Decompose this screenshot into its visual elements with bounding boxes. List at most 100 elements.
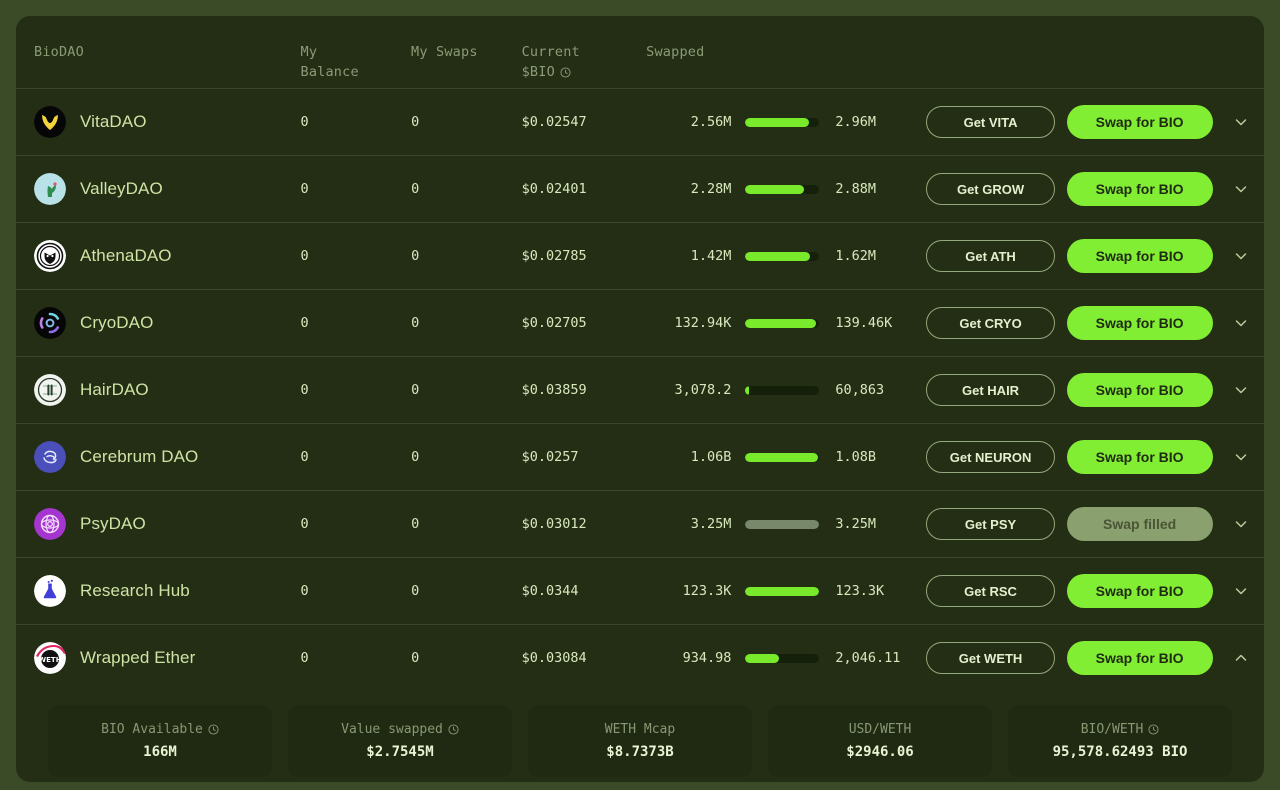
cerebrumdao-logo — [34, 441, 66, 473]
get-token-cell: Get CRYO — [920, 307, 1060, 339]
chevron-down-icon[interactable] — [1219, 516, 1264, 532]
my-swaps-value: 0 — [411, 248, 420, 264]
weth-logo: WETH — [34, 642, 66, 674]
table-row[interactable]: AthenaDAO 0 0 $0.02785 1.42M 1.62M Get ATH Swap… — [16, 222, 1264, 289]
get-token-button[interactable]: Get PSY — [926, 508, 1056, 540]
get-token-button[interactable]: Get GROW — [926, 173, 1056, 205]
my-balance-value: 0 — [300, 650, 309, 666]
swapped-target: 60,863 — [835, 382, 885, 398]
get-token-button[interactable]: Get NEURON — [926, 441, 1056, 473]
get-token-button[interactable]: Get RSC — [926, 575, 1056, 607]
table-row[interactable]: WETH Wrapped Ether 0 0 $0.03084 934.98 2,046.1… — [16, 624, 1264, 691]
swapped-progress-bar — [745, 586, 820, 596]
get-token-button[interactable]: Get WETH — [926, 642, 1056, 674]
swap-for-bio-button[interactable]: Swap for BIO — [1066, 574, 1213, 608]
swapped-cell: 1.06B 1.08B — [632, 449, 920, 465]
table-row[interactable]: Cerebrum DAO 0 0 $0.0257 1.06B 1.08B Get NEURO… — [16, 423, 1264, 490]
clock-info-icon[interactable] — [1148, 724, 1159, 735]
current-bio-price: $0.03084 — [521, 650, 587, 666]
biodao-name: VitaDAO — [80, 112, 147, 131]
athenadao-logo — [34, 240, 66, 272]
biodao-cell: AthenaDAO — [16, 240, 301, 272]
swapped-current: 3,078.2 — [674, 382, 732, 398]
biodao-cell: Cerebrum DAO — [16, 441, 301, 473]
clock-info-icon[interactable] — [208, 724, 219, 735]
table-body: VitaDAO 0 0 $0.02547 2.56M 2.96M Get VITA Swap … — [16, 88, 1264, 691]
chevron-up-icon[interactable] — [1219, 650, 1264, 666]
current-bio-price: $0.02547 — [521, 114, 587, 130]
table-row[interactable]: HairDAO 0 0 $0.03859 3,078.2 60,863 Get HAIR Sw… — [16, 356, 1264, 423]
my-balance-value: 0 — [300, 315, 309, 331]
biodao-name: PsyDAO — [80, 514, 146, 533]
swapped-current: 2.28M — [690, 181, 732, 197]
swapped-cell: 132.94K 139.46K — [632, 315, 920, 331]
my-swaps-value: 0 — [411, 449, 420, 465]
my-balance-value: 0 — [300, 583, 309, 599]
swap-filled-button: Swap filled — [1066, 507, 1213, 541]
psydao-logo — [34, 508, 66, 540]
my-swaps-value: 0 — [411, 382, 420, 398]
my-swaps-value: 0 — [411, 181, 420, 197]
get-token-button[interactable]: Get CRYO — [926, 307, 1056, 339]
biodao-name: Cerebrum DAO — [80, 447, 199, 466]
swapped-target: 123.3K — [835, 583, 885, 599]
column-header-current-bio-line1: Current — [521, 44, 580, 60]
table-row[interactable]: CryoDAO 0 0 $0.02705 132.94K 139.46K Get CRYO S… — [16, 289, 1264, 356]
clock-info-icon[interactable] — [560, 66, 571, 78]
researchhub-logo — [34, 575, 66, 607]
swapped-cell: 2.28M 2.88M — [632, 181, 920, 197]
swap-cell: Swap for BIO — [1061, 172, 1219, 206]
swapped-current: 934.98 — [682, 650, 732, 666]
stat-value: 166M — [143, 744, 177, 760]
table-row[interactable]: VitaDAO 0 0 $0.02547 2.56M 2.96M Get VITA Swap … — [16, 88, 1264, 155]
chevron-down-icon[interactable] — [1219, 583, 1264, 599]
column-header-my-swaps: My Swaps — [411, 42, 522, 62]
swapped-current: 132.94K — [674, 315, 732, 331]
biodao-cell: WETH Wrapped Ether — [16, 642, 301, 674]
swap-for-bio-button[interactable]: Swap for BIO — [1066, 373, 1213, 407]
stat-card: USD/WETH $2946.06 — [768, 705, 992, 777]
clock-info-icon[interactable] — [448, 724, 459, 735]
stat-label: BIO/WETH — [1081, 722, 1160, 737]
swapped-current: 1.06B — [690, 449, 732, 465]
swap-for-bio-button[interactable]: Swap for BIO — [1066, 105, 1213, 139]
stat-card: BIO Available 166M — [48, 705, 272, 777]
swap-for-bio-button[interactable]: Swap for BIO — [1066, 239, 1213, 273]
current-bio-price: $0.03012 — [521, 516, 587, 532]
chevron-down-icon[interactable] — [1219, 449, 1264, 465]
biodao-cell: HairDAO — [16, 374, 301, 406]
swap-for-bio-button[interactable]: Swap for BIO — [1066, 172, 1213, 206]
swapped-target: 1.08B — [835, 449, 876, 465]
get-token-cell: Get NEURON — [920, 441, 1060, 473]
get-token-button[interactable]: Get VITA — [926, 106, 1056, 138]
stat-card: Value swapped $2.7545M — [288, 705, 512, 777]
swapped-cell: 1.42M 1.62M — [632, 248, 920, 264]
chevron-down-icon[interactable] — [1219, 248, 1264, 264]
chevron-down-icon[interactable] — [1219, 315, 1264, 331]
swapped-progress-bar — [745, 251, 820, 261]
current-bio-price: $0.02705 — [521, 315, 587, 331]
swap-for-bio-button[interactable]: Swap for BIO — [1066, 306, 1213, 340]
vitadao-logo — [34, 106, 66, 138]
swap-for-bio-button[interactable]: Swap for BIO — [1066, 440, 1213, 474]
swapped-cell: 3,078.2 60,863 — [632, 382, 920, 398]
swapped-progress-bar — [745, 385, 820, 395]
table-row[interactable]: PsyDAO 0 0 $0.03012 3.25M 3.25M Get PSY Swap fi… — [16, 490, 1264, 557]
get-token-button[interactable]: Get ATH — [926, 240, 1056, 272]
stat-label: Value swapped — [341, 722, 459, 737]
swapped-current: 2.56M — [690, 114, 732, 130]
swapped-current: 1.42M — [690, 248, 732, 264]
my-balance-value: 0 — [300, 516, 309, 532]
stat-card: BIO/WETH 95,578.62493 BIO — [1008, 705, 1232, 777]
chevron-down-icon[interactable] — [1219, 181, 1264, 197]
chevron-down-icon[interactable] — [1219, 114, 1264, 130]
get-token-button[interactable]: Get HAIR — [926, 374, 1056, 406]
swapped-target: 1.62M — [835, 248, 876, 264]
swap-for-bio-button[interactable]: Swap for BIO — [1066, 641, 1213, 675]
chevron-down-icon[interactable] — [1219, 382, 1264, 398]
table-row[interactable]: Research Hub 0 0 $0.0344 123.3K 123.3K Get RSC… — [16, 557, 1264, 624]
table-row[interactable]: ValleyDAO 0 0 $0.02401 2.28M 2.88M Get GROW Swa… — [16, 155, 1264, 222]
swapped-current: 3.25M — [690, 516, 732, 532]
stat-label: BIO Available — [101, 722, 219, 737]
hairdao-logo — [34, 374, 66, 406]
